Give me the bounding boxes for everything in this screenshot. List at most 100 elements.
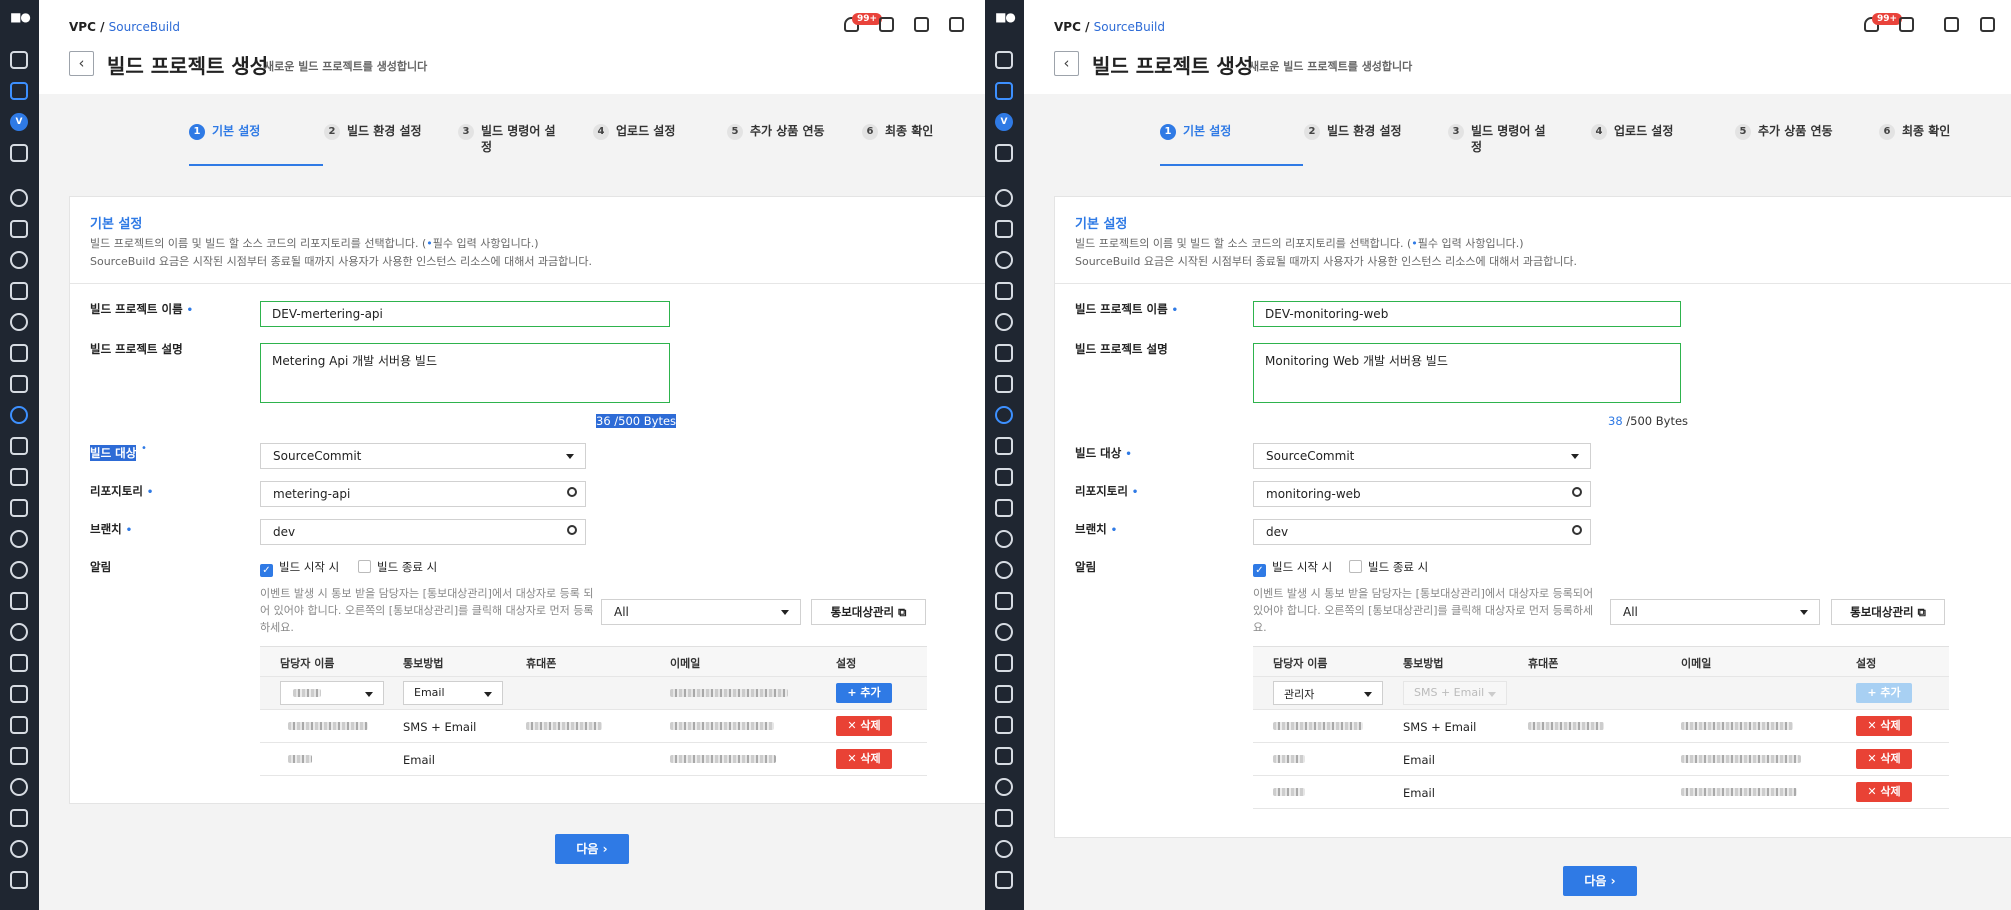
notify-on-start-checkbox[interactable]: ✓ 빌드 시작 시: [260, 559, 339, 577]
recipient-name-select[interactable]: 관리자: [1273, 681, 1383, 705]
recipient-name-select[interactable]: [280, 681, 384, 705]
service-icon-22[interactable]: [995, 840, 1013, 858]
service-icon-2[interactable]: [10, 220, 28, 238]
service-icon-21[interactable]: [995, 809, 1013, 827]
project-name-input[interactable]: DEV-mertering-api: [260, 301, 670, 327]
service-icon-16[interactable]: [995, 654, 1013, 672]
home-icon[interactable]: [995, 51, 1013, 69]
step-5[interactable]: 5 추가 상품 연동: [727, 124, 825, 140]
notify-on-start-checkbox[interactable]: ✓ 빌드 시작 시: [1253, 559, 1332, 577]
step-1[interactable]: 1 기본 설정: [1160, 124, 1231, 140]
breadcrumb-root[interactable]: VPC: [1054, 20, 1081, 34]
service-icon-15[interactable]: [995, 623, 1013, 641]
home-icon[interactable]: [10, 51, 28, 69]
service-icon-20[interactable]: [995, 778, 1013, 796]
service-icon-1[interactable]: [995, 189, 1013, 207]
repository-search-input[interactable]: monitoring-web: [1253, 481, 1591, 507]
step-2[interactable]: 2 빌드 환경 설정: [1304, 124, 1402, 140]
app-logo[interactable]: ■●: [992, 10, 1018, 26]
service-icon-14[interactable]: [10, 592, 28, 610]
service-icon-3[interactable]: [10, 251, 28, 269]
service-icon-23[interactable]: [10, 871, 28, 889]
service-icon-21[interactable]: [10, 809, 28, 827]
step-1[interactable]: 1 기본 설정: [189, 124, 260, 140]
step-2[interactable]: 2 빌드 환경 설정: [324, 124, 422, 140]
notify-filter-select[interactable]: All: [1610, 599, 1820, 625]
service-icon-17[interactable]: [10, 685, 28, 703]
service-icon-4[interactable]: [10, 282, 28, 300]
breadcrumb-root[interactable]: VPC: [69, 20, 96, 34]
edit-icon[interactable]: [914, 17, 929, 32]
service-icon-19[interactable]: [995, 747, 1013, 765]
edit-icon[interactable]: [1944, 17, 1959, 32]
add-recipient-button[interactable]: + 추가: [836, 683, 892, 703]
service-icon-6[interactable]: [10, 344, 28, 362]
delete-recipient-button[interactable]: ✕ 삭제: [836, 716, 892, 736]
next-button[interactable]: 다음 ›: [1563, 866, 1637, 896]
delete-recipient-button[interactable]: ✕ 삭제: [1856, 749, 1912, 769]
sourcebuild-icon[interactable]: [995, 406, 1013, 424]
manage-recipients-button[interactable]: 통보대상관리 ⧉: [1831, 599, 1945, 625]
service-icon-16[interactable]: [10, 654, 28, 672]
delete-recipient-button[interactable]: ✕ 삭제: [836, 749, 892, 769]
service-icon-7[interactable]: [995, 375, 1013, 393]
service-icon-22[interactable]: [10, 840, 28, 858]
service-icon-10[interactable]: [995, 468, 1013, 486]
delete-recipient-button[interactable]: ✕ 삭제: [1856, 716, 1912, 736]
service-icon-3[interactable]: [995, 251, 1013, 269]
service-icon-11[interactable]: [995, 499, 1013, 517]
service-icon-15[interactable]: [10, 623, 28, 641]
project-name-input[interactable]: DEV-monitoring-web: [1253, 301, 1681, 327]
service-icon-9[interactable]: [10, 437, 28, 455]
service-icon-1[interactable]: [10, 189, 28, 207]
delete-recipient-button[interactable]: ✕ 삭제: [1856, 782, 1912, 802]
service-icon-19[interactable]: [10, 747, 28, 765]
back-button[interactable]: ‹: [1054, 51, 1079, 76]
project-desc-textarea[interactable]: Metering Api 개발 서버용 빌드: [260, 343, 670, 403]
step-5[interactable]: 5 추가 상품 연동: [1735, 124, 1833, 140]
service-icon-7[interactable]: [10, 375, 28, 393]
back-button[interactable]: ‹: [69, 51, 94, 76]
chat-icon[interactable]: [1899, 17, 1914, 32]
next-button[interactable]: 다음 ›: [555, 834, 629, 864]
service-icon-9[interactable]: [995, 437, 1013, 455]
pin-icon[interactable]: [995, 82, 1013, 100]
breadcrumb-sourcebuild[interactable]: SourceBuild: [1094, 20, 1165, 34]
step-3[interactable]: 3 빌드 명령어 설정: [458, 124, 556, 155]
vpc-badge-icon[interactable]: V: [995, 113, 1013, 131]
service-icon-20[interactable]: [10, 778, 28, 796]
service-icon-2[interactable]: [995, 220, 1013, 238]
build-target-select[interactable]: SourceCommit: [1253, 443, 1591, 469]
step-3[interactable]: 3 빌드 명령어 설정: [1448, 124, 1546, 155]
service-icon-5[interactable]: [10, 313, 28, 331]
service-icon-13[interactable]: [10, 561, 28, 579]
service-icon-4[interactable]: [995, 282, 1013, 300]
manage-recipients-button[interactable]: 통보대상관리 ⧉: [811, 599, 926, 625]
book-icon[interactable]: [1980, 17, 1995, 32]
notify-on-end-checkbox[interactable]: 빌드 종료 시: [358, 559, 437, 575]
grid-icon[interactable]: [995, 144, 1013, 162]
book-icon[interactable]: [949, 17, 964, 32]
step-4[interactable]: 4 업로드 설정: [1591, 124, 1673, 140]
step-4[interactable]: 4 업로드 설정: [593, 124, 675, 140]
chat-icon[interactable]: [879, 17, 894, 32]
repository-search-input[interactable]: metering-api: [260, 481, 586, 507]
service-icon-13[interactable]: [995, 561, 1013, 579]
service-icon-12[interactable]: [995, 530, 1013, 548]
service-icon-18[interactable]: [10, 716, 28, 734]
vpc-badge-icon[interactable]: V: [10, 113, 28, 131]
method-select[interactable]: Email: [403, 681, 503, 705]
notify-filter-select[interactable]: All: [601, 599, 801, 625]
build-target-select[interactable]: SourceCommit: [260, 443, 586, 469]
service-icon-10[interactable]: [10, 468, 28, 486]
service-icon-6[interactable]: [995, 344, 1013, 362]
service-icon-18[interactable]: [995, 716, 1013, 734]
service-icon-5[interactable]: [995, 313, 1013, 331]
service-icon-11[interactable]: [10, 499, 28, 517]
branch-search-input[interactable]: dev: [260, 519, 586, 545]
pin-icon[interactable]: [10, 82, 28, 100]
service-icon-23[interactable]: [995, 871, 1013, 889]
service-icon-12[interactable]: [10, 530, 28, 548]
breadcrumb-sourcebuild[interactable]: SourceBuild: [109, 20, 180, 34]
service-icon-14[interactable]: [995, 592, 1013, 610]
